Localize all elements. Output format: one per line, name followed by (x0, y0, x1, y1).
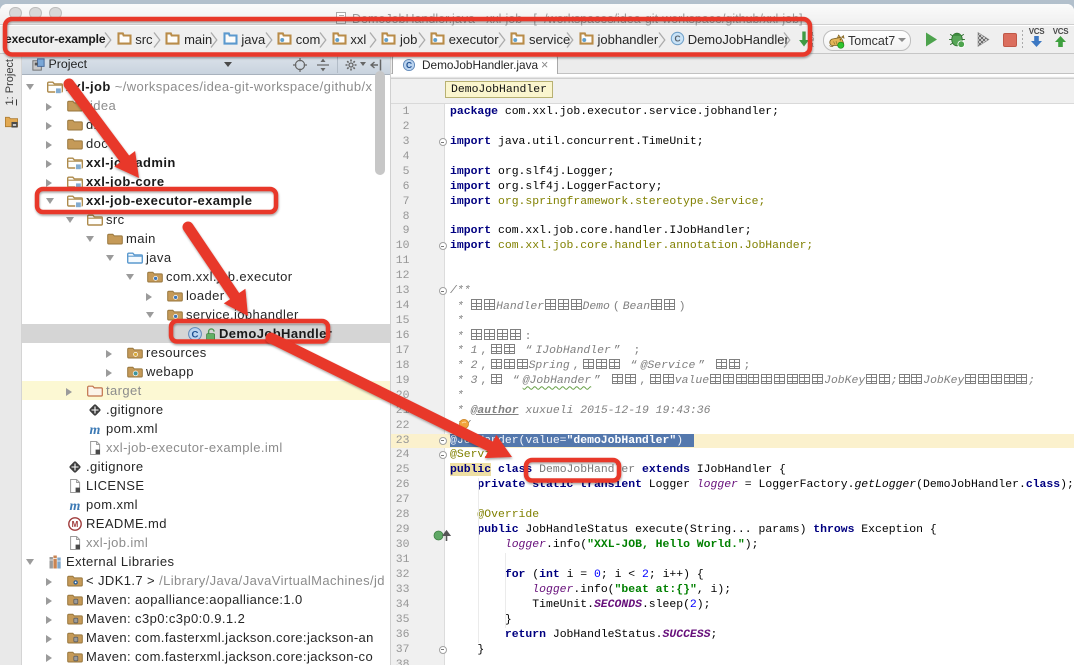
svg-text:1: 1 (811, 43, 814, 49)
